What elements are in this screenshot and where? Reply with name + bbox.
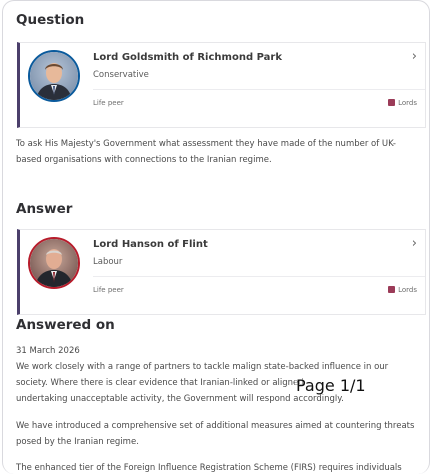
question-member-card[interactable]: Lord Goldsmith of Richmond Park Conserva… [17,42,426,128]
member-name: Lord Goldsmith of Richmond Park [93,52,282,63]
member-name: Lord Hanson of Flint [93,239,208,250]
card-divider [93,89,425,90]
answer-paragraph-2: We have introduced a comprehensive set o… [16,421,415,447]
answer-heading: Answer [16,201,73,217]
card-divider [93,276,425,277]
answer-date: 31 March 2026 [16,346,80,356]
member-party: Conservative [93,70,149,80]
member-avatar [28,50,80,102]
page-indicator: Page 1/1 [295,376,367,395]
answer-member-card[interactable]: Lord Hanson of Flint Labour › Life peer … [17,229,426,315]
portcullis-icon [388,99,396,106]
member-avatar [28,237,80,289]
portcullis-icon [388,286,396,293]
answer-paragraph-1-line-1: We work closely with a range of partners… [16,362,389,372]
chevron-right-icon: › [411,49,417,64]
question-text: To ask His Majesty's Government what ass… [16,139,396,165]
member-role: Life peer [93,99,124,107]
member-role: Life peer [93,286,124,294]
written-question-page: Question Lord Goldsmith of Richmond Park [2,0,430,474]
member-house: Lords [388,286,417,294]
chevron-right-icon: › [411,236,417,251]
answer-paragraph-3: The enhanced tier of the Foreign Influen… [16,463,402,473]
member-house-label: Lords [398,99,417,107]
member-portrait-image [30,239,78,287]
question-heading: Question [16,12,85,28]
member-house-label: Lords [398,286,417,294]
member-party: Labour [93,257,123,267]
member-portrait-image [30,52,78,100]
member-house: Lords [388,99,417,107]
answered-on-heading: Answered on [16,317,115,333]
